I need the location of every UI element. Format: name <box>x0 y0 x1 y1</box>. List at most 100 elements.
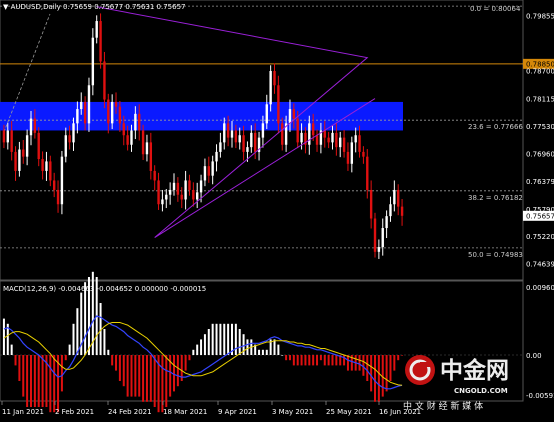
trading-chart[interactable]: 0.0 = 0.80064 23.6 = 0.77666 38.2 = 0.76… <box>0 0 554 422</box>
macd-bar <box>304 355 307 366</box>
candle-body <box>265 104 268 124</box>
candle-body <box>238 135 241 143</box>
candle-body <box>10 130 13 152</box>
macd-bar <box>184 355 187 371</box>
supply-zone-rectangle[interactable] <box>0 101 403 131</box>
price-panel[interactable] <box>0 0 524 281</box>
candle-body <box>315 135 319 145</box>
candle-body <box>381 228 384 248</box>
candle-body <box>172 182 176 190</box>
macd-bar <box>312 355 315 366</box>
watermark-title: 中金网 <box>440 357 509 384</box>
candle-body <box>95 21 98 38</box>
macd-bar <box>122 355 125 387</box>
macd-bar <box>176 355 179 387</box>
candle-body <box>110 101 114 124</box>
candle-body <box>292 109 296 119</box>
candle-body <box>192 189 195 200</box>
date-axis-label: 16 Jun 2021 <box>379 408 421 416</box>
macd-bar <box>358 355 361 371</box>
fibo-label-38-2: 38.2 = 0.76182 <box>468 194 523 202</box>
candle-body <box>68 135 71 143</box>
candle-body <box>311 123 315 136</box>
candle-body <box>369 189 373 219</box>
macd-bar <box>258 349 261 355</box>
candle-body <box>60 156 64 205</box>
candle-body <box>331 132 334 143</box>
candle-body <box>350 142 354 164</box>
candle-body <box>362 151 365 157</box>
symbol-header: ▼ AUDUSD,Daily 0.75659 0.75677 0.75631 0… <box>3 3 186 11</box>
macd-bar <box>33 355 36 407</box>
candle-body <box>126 135 129 145</box>
candle-body <box>122 123 125 136</box>
candle-body <box>56 189 60 205</box>
price-axis-label: 0.78700 <box>526 68 554 76</box>
macd-bar <box>173 355 176 392</box>
candle-body <box>296 118 299 143</box>
fibo-label-0: 0.0 = 0.80064 <box>470 5 521 13</box>
candle-body <box>22 149 25 157</box>
macd-bar <box>292 355 295 366</box>
candle-body <box>215 151 218 162</box>
watermark-url: CNGOLD.COM <box>454 387 508 395</box>
candle-body <box>339 137 342 148</box>
candle-body <box>153 170 156 181</box>
macd-bar <box>118 355 121 381</box>
candle-body <box>308 123 311 145</box>
candle-body <box>29 118 33 136</box>
candle-body <box>80 101 83 110</box>
macd-bar <box>153 355 156 407</box>
macd-bar <box>37 355 40 407</box>
candle-body <box>118 106 122 124</box>
macd-bar <box>319 355 322 361</box>
candle-body <box>211 161 214 176</box>
macd-bar <box>377 355 380 402</box>
macd-bar <box>149 355 152 402</box>
macd-bar <box>234 323 237 355</box>
candle-body <box>180 194 183 200</box>
macd-bar <box>285 355 288 361</box>
macd-bar <box>84 282 87 355</box>
candle-body <box>230 130 234 138</box>
macd-bar <box>188 355 191 361</box>
price-axis-label: 0.76379 <box>526 178 554 186</box>
macd-bar <box>207 329 210 355</box>
macd-bar <box>203 334 206 355</box>
macd-bar <box>2 318 5 355</box>
candle-body <box>219 142 222 152</box>
macd-bar <box>401 355 404 356</box>
candle-body <box>207 166 210 176</box>
macd-bar <box>362 355 365 376</box>
macd-bar <box>246 339 249 355</box>
macd-bar <box>72 323 75 355</box>
candle-body <box>199 180 203 193</box>
macd-bar <box>300 355 303 366</box>
candle-body <box>14 151 17 171</box>
macd-bar <box>296 355 299 366</box>
candle-body <box>397 189 400 207</box>
candle-body <box>300 132 303 143</box>
macd-bar <box>277 344 280 355</box>
macd-bar <box>227 323 230 355</box>
macd-bar <box>370 355 373 392</box>
date-axis-label: 3 May 2021 <box>272 408 313 416</box>
date-axis-label: 24 Feb 2021 <box>108 408 152 416</box>
candle-body <box>168 189 172 195</box>
price-axis-label: 0.77530 <box>526 123 554 131</box>
macd-bar <box>335 355 338 366</box>
price-axis-label: 0.75220 <box>526 233 554 241</box>
candle-body <box>261 123 265 138</box>
macd-bar <box>211 323 214 355</box>
candle-body <box>234 130 238 143</box>
macd-bar <box>134 355 137 397</box>
fibo-label-23-6: 23.6 = 0.77666 <box>468 123 523 131</box>
macd-bar <box>223 323 226 355</box>
macd-bar <box>331 355 334 366</box>
candle-body <box>145 142 149 155</box>
date-axis-label: 25 May 2021 <box>326 408 372 416</box>
macd-bar <box>281 355 284 356</box>
macd-bar <box>126 355 129 397</box>
macd-bar <box>366 355 369 381</box>
candle-body <box>281 123 284 145</box>
